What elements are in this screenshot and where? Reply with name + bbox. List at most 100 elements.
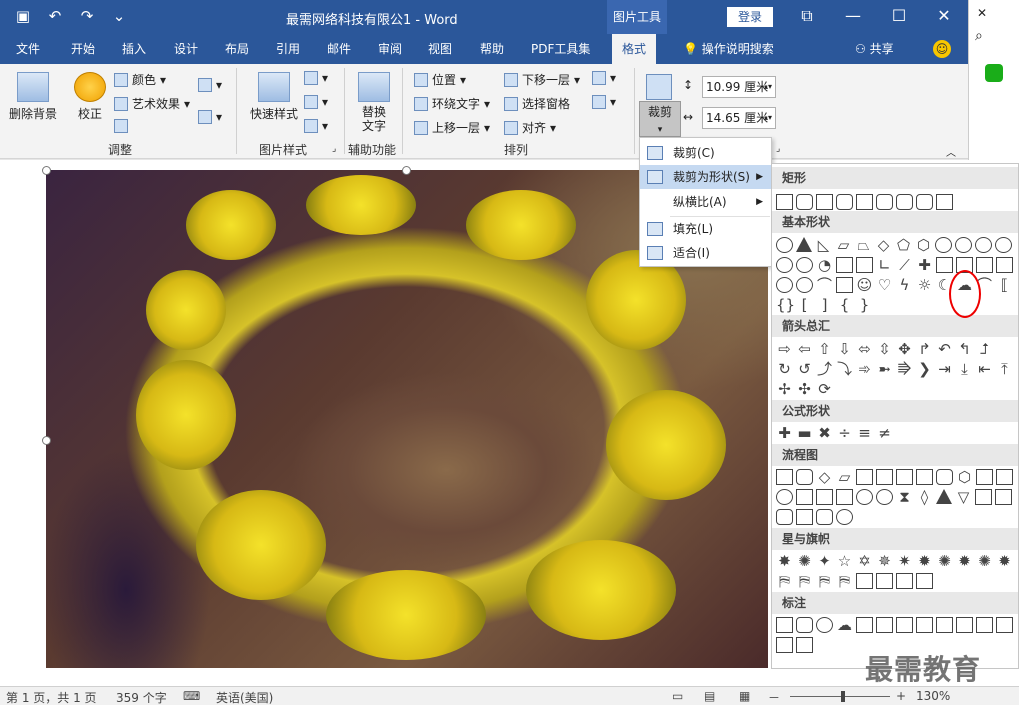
right-arrow-shape[interactable]: ⇨ — [776, 341, 793, 357]
corrections-button[interactable]: 校正 — [72, 72, 108, 122]
save-icon[interactable]: ▣ — [14, 7, 32, 25]
star-32-shape[interactable]: ✹ — [996, 553, 1013, 569]
parallelogram-shape[interactable]: ▱ — [835, 237, 852, 253]
quad-arrow-shape[interactable]: ✥ — [896, 341, 913, 357]
left-right-up-arrow-shape[interactable]: ✣ — [796, 381, 813, 397]
dialog-launcher-icon[interactable]: ⌟ — [332, 144, 336, 154]
down-callout-arrow-shape[interactable]: ⤓ — [956, 361, 973, 377]
position-button[interactable]: 位置 ▾ — [414, 71, 466, 88]
app-icon[interactable] — [985, 64, 1003, 82]
zoom-slider-track[interactable] — [790, 696, 890, 697]
up-arrow-shape[interactable]: ⇧ — [816, 341, 833, 357]
rectangular-callout-shape[interactable] — [776, 617, 793, 633]
division-sign-shape[interactable]: ÷ — [836, 425, 853, 441]
quick-styles-button[interactable]: 快速样式 — [248, 72, 300, 122]
curved-down-arrow-shape[interactable]: ⤵ — [836, 361, 853, 377]
compress-pictures-button[interactable]: ▾ — [198, 78, 222, 92]
line-callout-10-shape[interactable] — [796, 637, 813, 653]
tab-home[interactable]: 开始 — [71, 34, 95, 64]
or-shape[interactable] — [876, 489, 893, 505]
line-callout-8-shape[interactable] — [996, 617, 1013, 633]
star-24-shape[interactable]: ✺ — [976, 553, 993, 569]
direct-access-storage-shape[interactable] — [816, 509, 833, 525]
dodecagon-shape[interactable] — [995, 237, 1012, 253]
undo-icon[interactable]: ↶ — [46, 7, 64, 25]
lightning-bolt-shape[interactable]: ϟ — [896, 277, 913, 293]
line-callout-6-shape[interactable] — [956, 617, 973, 633]
minimize-icon[interactable]: — — [842, 6, 864, 25]
sort-shape[interactable]: ◊ — [916, 489, 933, 505]
stored-data-shape[interactable] — [975, 489, 992, 505]
line-callout-7-shape[interactable] — [976, 617, 993, 633]
l-shape[interactable]: ∟ — [876, 257, 893, 273]
curved-left-arrow-shape[interactable]: ↺ — [796, 361, 813, 377]
hexagon-shape[interactable]: ⬡ — [915, 237, 932, 253]
preparation-shape[interactable]: ⬡ — [956, 469, 973, 485]
quad-callout-arrow-shape[interactable]: ✢ — [776, 381, 793, 397]
up-callout-arrow-shape[interactable]: ⤒ — [996, 361, 1013, 377]
multidocument-shape[interactable] — [916, 469, 933, 485]
bring-forward-button[interactable]: 上移一层 ▾ — [414, 119, 490, 136]
spinner-icon[interactable]: ▴▾ — [764, 77, 772, 97]
pentagon-shape[interactable]: ⬠ — [895, 237, 912, 253]
bent-up-arrow-shape[interactable]: ⮥ — [976, 341, 993, 357]
explosion-1-shape[interactable]: ✸ — [776, 553, 793, 569]
left-callout-arrow-shape[interactable]: ⇤ — [976, 361, 993, 377]
tab-references[interactable]: 引用 — [276, 34, 300, 64]
remove-background-button[interactable]: 删除背景 — [8, 72, 58, 122]
tab-design[interactable]: 设计 — [174, 34, 198, 64]
proofing-icon[interactable]: ⌨ — [183, 689, 200, 703]
explosion-2-shape[interactable]: ✺ — [796, 553, 813, 569]
line-callout-3-shape[interactable] — [896, 617, 913, 633]
snip-diagonal-shape[interactable] — [856, 194, 873, 210]
print-layout-icon[interactable]: ▤ — [704, 689, 715, 703]
down-arrow-shape[interactable]: ⇩ — [836, 341, 853, 357]
vertical-scroll-shape[interactable] — [856, 573, 873, 589]
line-callout-2-shape[interactable] — [876, 617, 893, 633]
page-count[interactable]: 第 1 页，共 1 页 — [6, 689, 97, 705]
right-brace-shape[interactable]: } — [856, 297, 873, 313]
tab-review[interactable]: 审阅 — [378, 34, 402, 64]
plus-shape[interactable]: ✚ — [916, 257, 933, 273]
star-16-shape[interactable]: ✹ — [956, 553, 973, 569]
height-field[interactable]: 10.99 厘米 ▴▾ — [702, 76, 776, 98]
triangle-shape[interactable] — [796, 237, 812, 252]
diagonal-stripe-shape[interactable]: ⟋ — [896, 257, 913, 273]
round-single-corner-shape[interactable] — [876, 194, 893, 210]
up-down-arrow-shape[interactable]: ⇳ — [876, 341, 893, 357]
pie-shape[interactable] — [776, 257, 793, 273]
tab-view[interactable]: 视图 — [428, 34, 452, 64]
curved-ribbon-up-shape[interactable]: ⛿ — [816, 573, 833, 589]
display-shape[interactable] — [836, 509, 853, 525]
data-shape[interactable]: ▱ — [836, 469, 853, 485]
notched-right-arrow-shape[interactable]: ➼ — [876, 361, 893, 377]
star-8-shape[interactable]: ✷ — [896, 553, 913, 569]
punched-tape-shape[interactable] — [836, 489, 853, 505]
rectangle-shape[interactable] — [776, 194, 793, 210]
cloud-callout-shape[interactable]: ☁ — [836, 617, 853, 633]
decagon-shape[interactable] — [975, 237, 992, 253]
tab-file[interactable]: 文件 — [16, 34, 40, 64]
focus-mode-icon[interactable]: ▭ — [672, 689, 683, 703]
u-turn-arrow-shape[interactable]: ↶ — [936, 341, 953, 357]
snip-round-rectangle-shape[interactable] — [836, 194, 853, 210]
pentagon-arrow-shape[interactable]: ⭆ — [896, 361, 913, 377]
left-bracket-shape[interactable]: [ — [796, 297, 813, 313]
align-button[interactable]: 对齐 ▾ — [504, 119, 556, 136]
alternate-process-shape[interactable] — [796, 469, 813, 485]
tab-pdf-tools[interactable]: PDF工具集 — [531, 34, 590, 64]
process-shape[interactable] — [776, 469, 793, 485]
picture-effects-button[interactable]: ▾ — [304, 95, 328, 109]
right-bracket-shape[interactable]: ] — [816, 297, 833, 313]
size-dialog-launcher-icon[interactable]: ⌟ — [776, 144, 780, 154]
menu-item-fit[interactable]: 适合(I) — [640, 241, 771, 265]
folded-corner-shape[interactable] — [836, 277, 853, 293]
language-indicator[interactable]: 英语(美国) — [216, 689, 273, 705]
minus-sign-shape[interactable]: ▬ — [796, 425, 813, 441]
smiley-feedback-icon[interactable]: ☺ — [933, 40, 951, 58]
spinner-icon[interactable]: ▴▾ — [764, 108, 772, 128]
left-right-arrow-shape[interactable]: ⬄ — [856, 341, 873, 357]
connector-shape[interactable] — [776, 489, 793, 505]
tab-insert[interactable]: 插入 — [122, 34, 146, 64]
chord-shape[interactable] — [796, 257, 813, 273]
